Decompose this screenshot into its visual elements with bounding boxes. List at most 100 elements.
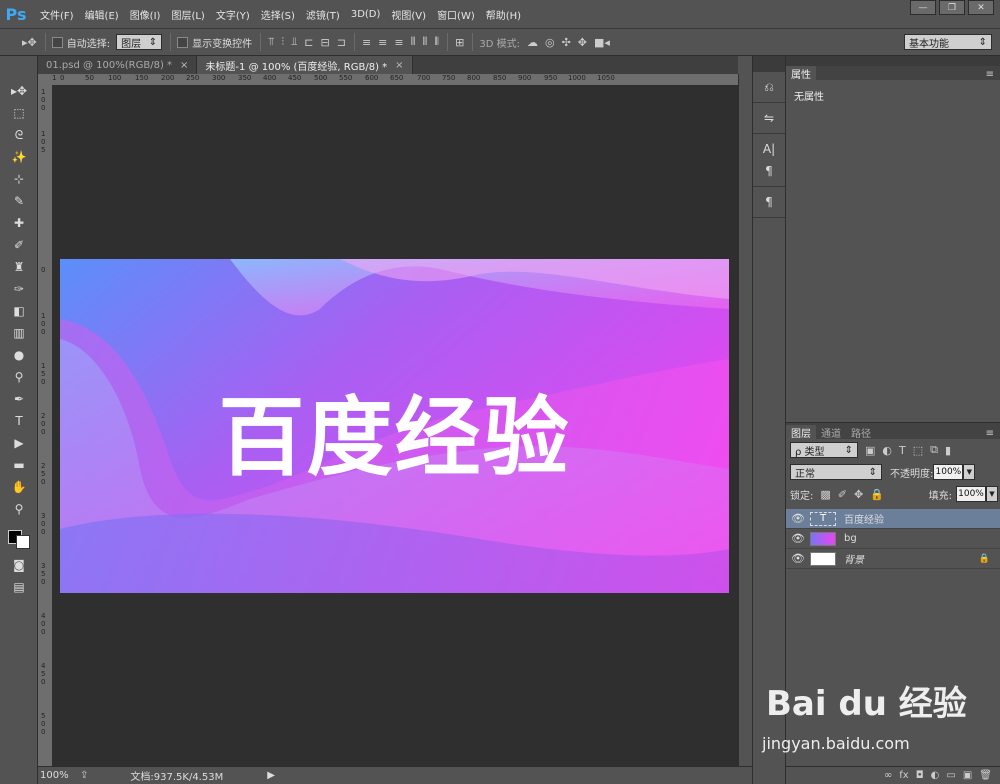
horizontal-ruler[interactable]: 1 0 50 100 150 200 250 300 350 400 450 5…	[52, 74, 738, 86]
menu-view[interactable]: 视图(V)	[391, 7, 426, 22]
healing-brush-tool-icon[interactable]: ✚	[5, 212, 33, 234]
filter-smart-object-icon[interactable]: ⧉	[930, 443, 938, 457]
paragraph-panel-icon[interactable]: ¶	[757, 160, 781, 182]
tab-paths[interactable]: 路径	[846, 425, 876, 440]
tab-close-icon[interactable]: ×	[180, 60, 188, 71]
magic-wand-tool-icon[interactable]: ✨	[5, 146, 33, 168]
scale-3d-icon[interactable]: ■◂	[594, 36, 610, 49]
minimize-button[interactable]: —	[910, 0, 936, 15]
gradient-tool-icon[interactable]: ▥	[5, 322, 33, 344]
pan-3d-icon[interactable]: ✣	[562, 36, 571, 49]
show-transform-option[interactable]: 显示变换控件	[177, 35, 252, 50]
mask-icon[interactable]: ◘	[916, 770, 924, 781]
align-left-icon[interactable]: ⊏	[304, 36, 313, 49]
layer-row-bg[interactable]: 👁 bg	[786, 529, 1000, 549]
adjustment-icon[interactable]: ◐	[931, 770, 940, 781]
distribute-bottom-icon[interactable]: ≡	[394, 36, 403, 49]
roll-3d-icon[interactable]: ◎	[545, 36, 555, 49]
filter-pixel-icon[interactable]: ▣	[865, 444, 875, 457]
document-canvas[interactable]: 百度经验	[52, 86, 738, 766]
show-transform-checkbox[interactable]	[177, 36, 189, 48]
menu-edit[interactable]: 编辑(E)	[85, 7, 119, 22]
align-top-icon[interactable]: ⫪	[268, 35, 274, 49]
lasso-tool-icon[interactable]: ᘓ	[5, 124, 33, 146]
eraser-tool-icon[interactable]: ◧	[5, 300, 33, 322]
filter-toggle-icon[interactable]: ▮	[945, 444, 951, 457]
tab-01-psd[interactable]: 01.psd @ 100%(RGB/8) * ×	[38, 56, 198, 74]
move-tool-icon[interactable]: ▸✥	[5, 80, 33, 102]
link-icon[interactable]: ∞	[884, 770, 892, 781]
hand-tool-icon[interactable]: ✋	[5, 476, 33, 498]
align-bottom-icon[interactable]: ⫫	[291, 35, 297, 49]
slide-3d-icon[interactable]: ✥	[578, 36, 587, 49]
clone-stamp-tool-icon[interactable]: ♜	[5, 256, 33, 278]
menu-select[interactable]: 选择(S)	[261, 7, 295, 22]
align-vcenter-icon[interactable]: ⫶	[281, 35, 284, 49]
pen-tool-icon[interactable]: ✒	[5, 388, 33, 410]
dodge-tool-icon[interactable]: ⚲	[5, 366, 33, 388]
tab-properties[interactable]: 属性	[786, 66, 816, 81]
align-hcenter-icon[interactable]: ⊟	[321, 36, 330, 49]
artboard-image[interactable]: 百度经验	[60, 259, 729, 593]
tab-channels[interactable]: 通道	[816, 425, 846, 440]
character-panel-icon[interactable]: A|	[757, 138, 781, 160]
lock-transparent-icon[interactable]: ▩	[820, 488, 830, 501]
distribute-left-icon[interactable]: ⦀	[411, 35, 416, 49]
opacity-input[interactable]: 100%	[933, 464, 964, 480]
fx-icon[interactable]: fx	[899, 770, 908, 781]
status-menu-arrow-icon[interactable]: ▶	[267, 770, 275, 781]
close-button[interactable]: ✕	[968, 0, 994, 15]
distribute-top-icon[interactable]: ≡	[362, 36, 371, 49]
menu-image[interactable]: 图像(I)	[130, 7, 161, 22]
visibility-eye-icon[interactable]: 👁	[786, 552, 810, 565]
lock-image-icon[interactable]: ✐	[838, 488, 847, 501]
trash-icon[interactable]: 🗑	[979, 770, 992, 781]
orbit-3d-icon[interactable]: ☁	[527, 36, 538, 49]
workspace-dropdown[interactable]: 基本功能 ⇕	[904, 34, 992, 50]
menu-3d[interactable]: 3D(D)	[351, 9, 381, 20]
zoom-tool-icon[interactable]: ⚲	[5, 498, 33, 520]
filter-adjustment-icon[interactable]: ◐	[882, 444, 892, 457]
new-layer-icon[interactable]: ▣	[963, 770, 972, 781]
fill-input[interactable]: 100%	[956, 486, 986, 502]
auto-align-icon[interactable]: ⊞	[455, 36, 464, 49]
opacity-arrow-icon[interactable]: ▼	[963, 464, 976, 480]
type-tool-icon[interactable]: T	[5, 410, 33, 432]
menu-file[interactable]: 文件(F)	[40, 7, 74, 22]
shape-tool-icon[interactable]: ▬	[5, 454, 33, 476]
lock-all-icon[interactable]: 🔒	[870, 488, 884, 501]
blur-tool-icon[interactable]: ●	[5, 344, 33, 366]
panel-menu-icon[interactable]: ≡	[986, 69, 994, 80]
crop-tool-icon[interactable]: ⊹	[5, 168, 33, 190]
paragraph-styles-panel-icon[interactable]: ¶	[757, 191, 781, 213]
menu-filter[interactable]: 滤镜(T)	[306, 7, 340, 22]
share-icon[interactable]: ⇪	[80, 770, 88, 781]
vertical-scrollbar[interactable]	[738, 74, 752, 766]
layer-row-text[interactable]: 👁 T 百度经验	[786, 509, 1000, 529]
visibility-eye-icon[interactable]: 👁	[786, 532, 810, 545]
menu-window[interactable]: 窗口(W)	[437, 7, 475, 22]
tab-close-icon[interactable]: ×	[395, 60, 403, 71]
tab-layers[interactable]: 图层	[786, 425, 816, 440]
distribute-hcenter-icon[interactable]: ⦀	[422, 35, 427, 49]
distribute-vcenter-icon[interactable]: ≡	[378, 36, 387, 49]
lock-position-icon[interactable]: ✥	[854, 488, 863, 501]
layer-filter-dropdown[interactable]: ρ 类型 ⇕	[790, 442, 858, 458]
eyedropper-tool-icon[interactable]: ✎	[5, 190, 33, 212]
menu-help[interactable]: 帮助(H)	[486, 7, 521, 22]
vertical-ruler[interactable]: 1 0 0 1 0 5 0 1 0 0 1 5 0 2 0 0 2 5 0 3 …	[38, 86, 52, 766]
history-panel-icon[interactable]: ⎌	[757, 76, 781, 98]
marquee-tool-icon[interactable]: ⬚	[5, 102, 33, 124]
layer-row-background[interactable]: 👁 背景 🔒	[786, 549, 1000, 569]
panel-menu-icon[interactable]: ≡	[986, 428, 994, 439]
distribute-right-icon[interactable]: ⦀	[434, 35, 439, 49]
restore-button[interactable]: ❐	[939, 0, 965, 15]
visibility-eye-icon[interactable]: 👁	[786, 512, 810, 525]
screen-mode-icon[interactable]: ▤	[5, 576, 33, 598]
auto-select-checkbox[interactable]	[51, 36, 63, 48]
adjustments-panel-icon[interactable]: ⇋	[757, 107, 781, 129]
menu-layer[interactable]: 图层(L)	[171, 7, 204, 22]
history-brush-tool-icon[interactable]: ✑	[5, 278, 33, 300]
zoom-level[interactable]: 100%	[40, 770, 80, 781]
filter-type-icon[interactable]: T	[899, 444, 906, 457]
